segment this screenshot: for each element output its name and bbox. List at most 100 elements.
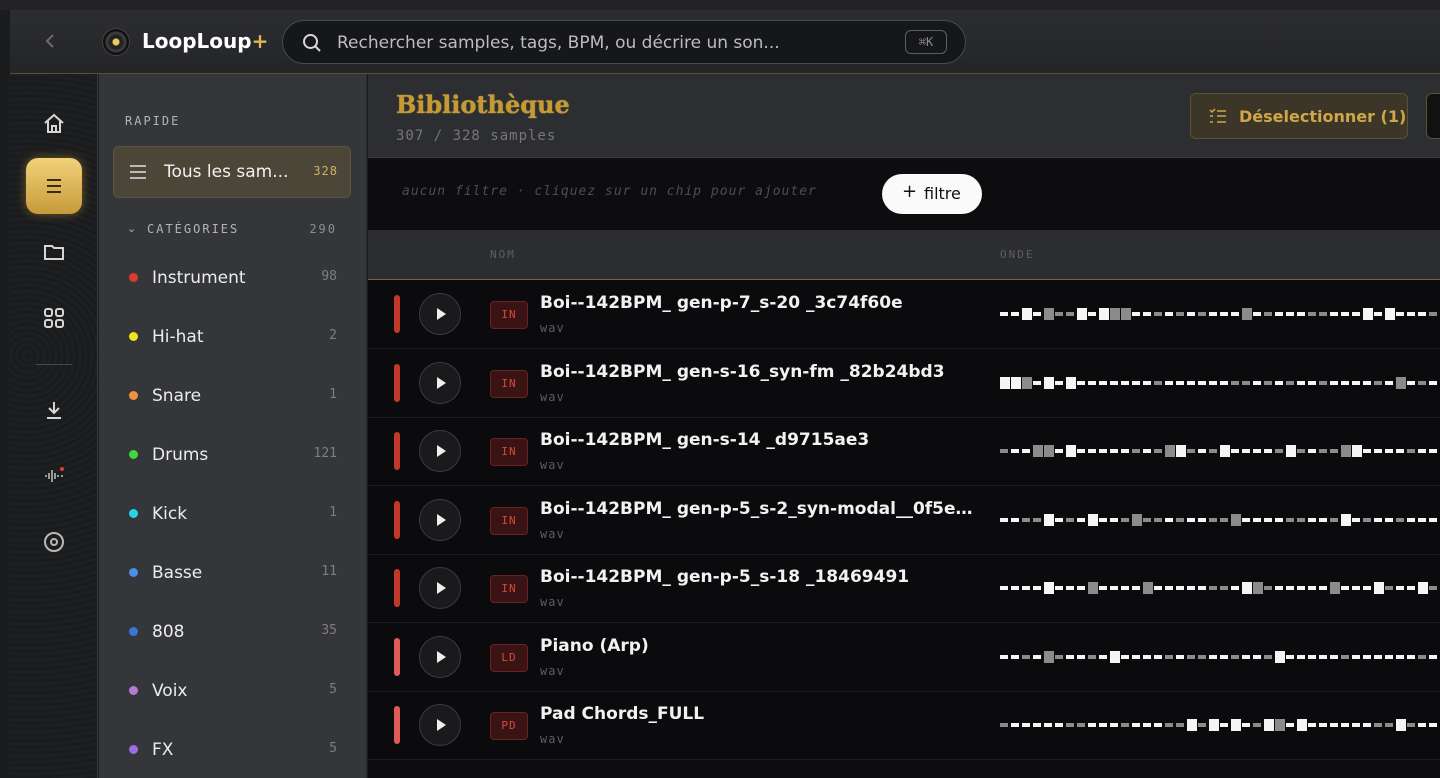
rail-home-button[interactable] [32,102,76,146]
type-badge: IN [490,506,528,535]
home-icon [44,113,64,133]
waveform-preview [1000,582,1437,594]
waveform-preview [1000,719,1437,731]
sidebar-category-item[interactable]: Instrument 98 [125,260,347,300]
play-button[interactable] [419,430,461,472]
logo-plus: + [251,29,269,53]
download-icon [47,402,61,419]
category-color-dot [129,450,138,459]
sample-format: wav [540,732,565,746]
rail-grid-button[interactable] [32,296,76,340]
rail-download-button[interactable] [32,388,76,432]
category-count: 11 [321,564,337,579]
shortcut-badge: ⌘K [905,30,947,54]
table-header: NOM ONDE [368,230,1440,280]
category-label: Basse [152,563,203,583]
rail-settings-button[interactable] [32,520,76,564]
waveform-preview [1000,513,1437,526]
play-button[interactable] [419,293,461,335]
disc-icon [44,532,64,552]
toolbar-button-clipped[interactable] [1426,93,1440,139]
color-marker [394,295,400,333]
column-header-wave: ONDE [1000,248,1035,261]
column-header-name[interactable]: NOM [490,248,516,261]
search-input[interactable]: Rechercher samples, tags, BPM, ou décrir… [337,33,780,53]
sidebar-category-item[interactable]: Snare 1 [125,378,347,418]
play-button[interactable] [419,498,461,541]
category-color-dot [129,391,138,400]
category-count: 5 [329,682,337,697]
nav-rail [10,74,98,778]
type-badge: IN [490,438,528,466]
rail-folders-button[interactable] [32,230,76,274]
sample-name: Pad Chords_FULL [540,704,705,724]
back-button[interactable] [40,30,62,52]
library-header: Bibliothèque 307 / 328 samples Déselecti… [368,74,1440,158]
sidebar-category-item[interactable]: Hi-hat 2 [125,319,347,359]
search-bar[interactable]: Rechercher samples, tags, BPM, ou décrir… [282,20,966,64]
app-logo[interactable]: LoopLoup+ [142,29,268,53]
window-top-strip [0,0,1440,10]
play-button[interactable] [419,361,461,404]
play-button[interactable] [419,635,461,678]
table-row[interactable]: IN Boi--142BPM_ gen-p-5_s-18 _18469491 wav [368,555,1440,623]
add-filter-button[interactable]: + filtre [882,174,982,214]
category-label: FX [152,740,174,760]
categories-header[interactable]: ⌄ CATÉGORIES 290 [125,220,347,240]
folder-icon [44,245,64,260]
category-color-dot [129,745,138,754]
type-badge: IN [490,575,528,603]
table-row[interactable]: PD Pad Chords_FULL wav [368,692,1440,760]
top-bar: LoopLoup+ Rechercher samples, tags, BPM,… [10,10,1440,74]
category-count: 1 [329,505,337,520]
table-row[interactable]: IN Boi--142BPM_ gen-p-5_s-2_syn-modal__0f… [368,486,1440,555]
category-label: Drums [152,445,209,465]
rail-waveform-button[interactable] [32,454,76,498]
category-count: 1 [329,387,337,402]
plus-icon: + [902,181,918,202]
checklist-icon [1209,108,1226,123]
table-row[interactable]: IN Boi--142BPM_ gen-s-14 _d9715ae3 wav [368,418,1440,486]
table-row[interactable]: LD Piano (Arp) wav [368,623,1440,692]
sidebar-item-count: 328 [313,164,338,178]
sidebar-category-item[interactable]: Basse 11 [125,555,347,595]
sample-name: Boi--142BPM_ gen-s-16_syn-fm _82b24bd3 [540,361,945,382]
sidebar-category-item[interactable]: Drums 121 [125,437,347,477]
menu-icon [130,165,146,179]
sidebar-category-item[interactable]: FX 5 [125,732,347,772]
chevron-down-icon: ⌄ [127,222,137,235]
type-badge: IN [490,301,528,329]
waveform-preview [1000,308,1437,320]
page-title: Bibliothèque [396,90,570,119]
sidebar-category-item[interactable]: Kick 1 [125,496,347,536]
category-color-dot [129,273,138,282]
category-label: Voix [152,681,188,701]
deselect-button[interactable]: Déselectionner (1) [1190,93,1408,139]
sample-count: 307 / 328 samples [396,128,557,144]
quick-section-label: RAPIDE [125,114,181,128]
search-icon [303,34,321,52]
logo-text: LoopLoup [142,29,252,53]
rail-library-button[interactable] [26,158,82,214]
type-badge: LD [490,643,528,672]
sample-format: wav [540,458,565,472]
table-row[interactable]: IN Boi--142BPM_ gen-s-16_syn-fm _82b24bd3… [368,349,1440,418]
category-count: 5 [329,741,337,756]
sidebar-item-label: Tous les sam... [164,162,289,182]
category-count: 121 [313,446,337,461]
play-button[interactable] [419,704,461,746]
main-panel: Bibliothèque 307 / 328 samples Déselecti… [368,74,1440,778]
sidebar: RAPIDE Tous les sam... 328 ⌄ CATÉGORIES … [99,74,367,778]
sidebar-category-item[interactable]: 808 35 [125,614,347,654]
type-badge: IN [490,369,528,398]
sample-format: wav [540,526,565,541]
category-label: Snare [152,386,202,406]
waveform-preview [1000,650,1437,663]
category-label: Hi-hat [152,327,204,347]
sidebar-item-all-samples[interactable]: Tous les sam... 328 [113,146,351,198]
category-label: Kick [152,504,188,524]
table-row[interactable]: IN Boi--142BPM_ gen-p-7_s-20 _3c74f60e wav [368,281,1440,349]
color-marker [394,500,400,539]
sidebar-category-item[interactable]: Voix 5 [125,673,347,713]
play-button[interactable] [419,567,461,609]
